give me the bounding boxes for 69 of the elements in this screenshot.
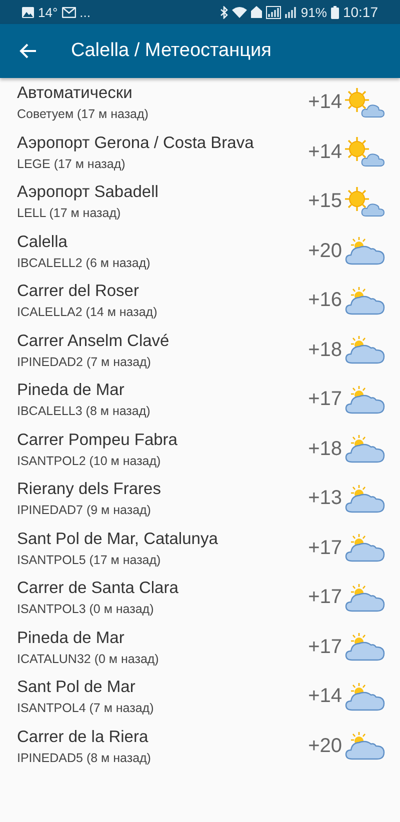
station-item[interactable]: Аэропорт Sabadell LELL (17 м назад) +15	[0, 177, 400, 226]
station-name: Carrer Anselm Clavé	[17, 332, 170, 351]
mail-icon	[62, 6, 76, 18]
station-detail: IBCALELL3 (8 м назад)	[17, 404, 152, 418]
more-text: ...	[80, 4, 91, 20]
station-item[interactable]: Rierany dels Frares IPINEDAD7 (9 м назад) +13	[0, 474, 400, 524]
station-item[interactable]: Carrer Anselm Clavé IPINEDAD2 (7 м назад) +18	[0, 326, 400, 375]
station-name: Calella	[17, 232, 68, 252]
station-name: Carrer del Roser	[17, 282, 140, 302]
station-detail: LELL (17 м назад)	[17, 206, 122, 220]
back-arrow-icon[interactable]	[19, 43, 37, 59]
temperature: +14	[308, 685, 342, 708]
station-detail: LEGE (17 м назад)	[17, 156, 126, 171]
station-name: Pineda de Mar	[17, 628, 126, 648]
station-detail: Советуем (17 м назад)	[17, 107, 150, 122]
station-name: Sant Pol de Mar, Catalunya	[17, 530, 219, 549]
station-item[interactable]: Аэропорт Gerona / Costa Brava LEGE (17 м назад) +14	[0, 128, 400, 177]
temperature: +15	[308, 190, 342, 214]
temperature: +17	[308, 586, 342, 610]
temperature: +16	[308, 289, 342, 312]
temperature-text: 14°	[38, 4, 58, 20]
temperature: +18	[308, 338, 342, 362]
battery-icon	[330, 6, 339, 18]
clock: 10:17	[342, 4, 378, 20]
temperature: +17	[308, 388, 342, 412]
temperature: +13	[308, 487, 342, 510]
signal-icon	[266, 6, 281, 18]
station-item[interactable]: Carrer Pompeu Fabra ISANTPOL2 (10 м назад) +18	[0, 424, 400, 474]
station-item[interactable]: Pineda de Mar IBCALELL3 (8 м назад) +17	[0, 375, 400, 424]
station-detail: ISANTPOL3 (0 м назад)	[17, 602, 155, 616]
station-item[interactable]: Автоматически Советуем (17 м назад) +14	[0, 78, 400, 128]
station-detail: IPINEDAD5 (8 м назад)	[17, 750, 152, 765]
station-detail: ICALELLA2 (14 м назад)	[17, 305, 158, 320]
station-name: Аэропорт Gerona / Costa Brava	[17, 134, 255, 153]
station-detail: IPINEDAD7 (9 м назад)	[17, 503, 152, 518]
station-name: Carrer de Santa Clara	[17, 579, 180, 598]
temperature: +14	[308, 91, 342, 114]
station-detail: ICATALUN32 (0 м назад)	[17, 652, 160, 666]
station-detail: IBCALELL2 (6 м назад)	[17, 256, 152, 270]
station-item[interactable]: Carrer de Santa Clara ISANTPOL3 (0 м назад) +17	[0, 573, 400, 622]
temperature: +17	[308, 536, 342, 560]
station-name: Sant Pol de Mar	[17, 678, 136, 698]
station-detail: IPINEDAD2 (7 м назад)	[17, 354, 152, 369]
screen-title: Calella / Метеостанция	[71, 40, 272, 62]
station-item[interactable]: Calella IBCALELL2 (6 м назад) +20	[0, 226, 400, 276]
station-name: Pineda de Mar	[17, 381, 126, 400]
temperature: +20	[308, 734, 342, 758]
temperature: +17	[308, 636, 342, 659]
temperature: +18	[308, 438, 342, 461]
station-name: Аэропорт Sabadell	[17, 183, 160, 202]
station-name: Rierany dels Frares	[17, 480, 162, 500]
station-detail: ISANTPOL5 (17 м назад)	[17, 552, 162, 567]
station-name: Carrer Pompeu Fabra	[17, 430, 178, 450]
image-icon	[22, 6, 34, 18]
station-name: Carrer de la Riera	[17, 728, 150, 747]
bluetooth-icon	[220, 6, 228, 18]
signal-icon	[284, 6, 297, 18]
station-item[interactable]: Sant Pol de Mar ISANTPOL4 (7 м назад) +14	[0, 672, 400, 722]
station-detail: ISANTPOL2 (10 м назад)	[17, 454, 162, 468]
station-item[interactable]: Carrer de la Riera IPINEDAD5 (8 м назад) +20	[0, 722, 400, 771]
station-item[interactable]: Carrer del Roser ICALELLA2 (14 м назад) +16	[0, 276, 400, 326]
station-name: Автоматически	[17, 84, 134, 104]
station-item[interactable]: Pineda de Mar ICATALUN32 (0 м назад) +17	[0, 622, 400, 672]
temperature: +20	[308, 240, 342, 263]
wifi-icon	[232, 6, 247, 18]
station-detail: ISANTPOL4 (7 м назад)	[17, 701, 155, 716]
battery-percent: 91%	[300, 4, 327, 20]
temperature: +14	[308, 140, 342, 164]
station-item[interactable]: Sant Pol de Mar, Catalunya ISANTPOL5 (17 м назад) +17	[0, 524, 400, 573]
